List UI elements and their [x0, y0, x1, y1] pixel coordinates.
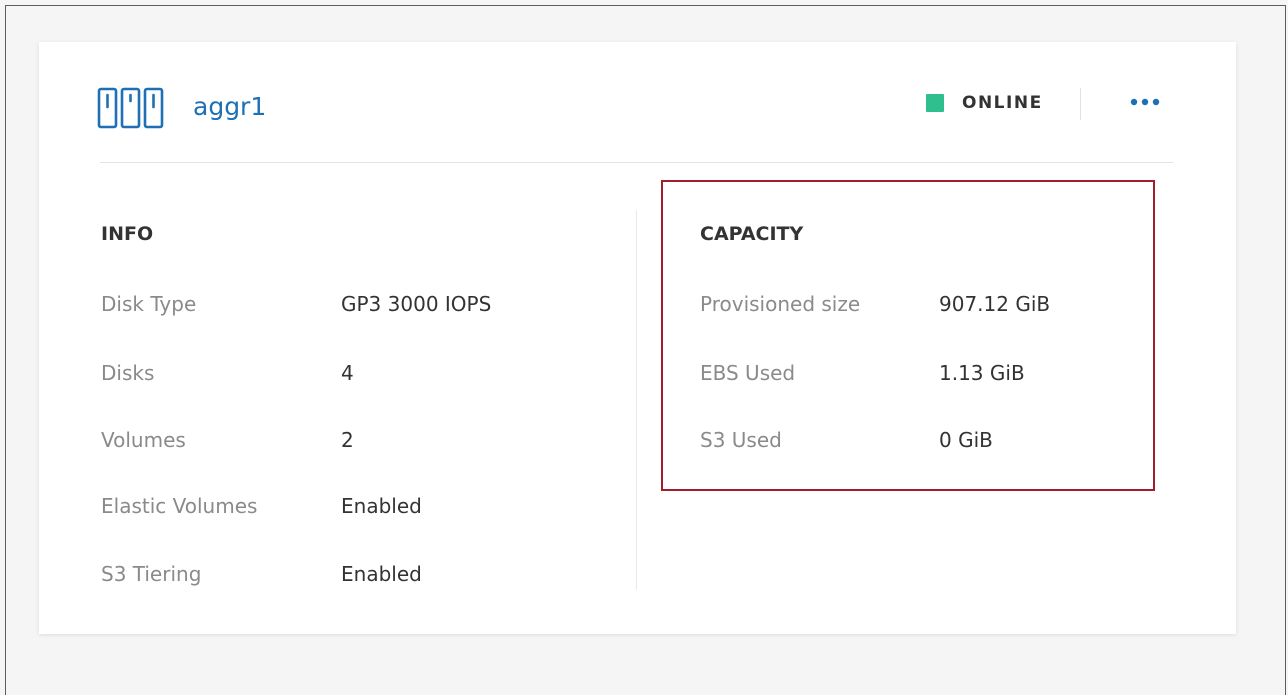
info-label-disks: Disks: [101, 361, 155, 385]
header-separator: [100, 162, 1173, 163]
info-value-elastic-volumes: Enabled: [341, 494, 422, 518]
column-divider: [636, 210, 637, 590]
info-label-elastic-volumes: Elastic Volumes: [101, 494, 258, 518]
aggregate-card: aggr1 ONLINE INFO Disk Type GP3 3000 IOP…: [39, 42, 1236, 634]
capacity-label-provisioned-size: Provisioned size: [700, 292, 861, 316]
info-label-disk-type: Disk Type: [101, 292, 197, 316]
info-label-volumes: Volumes: [101, 428, 186, 452]
more-actions-button[interactable]: [1125, 88, 1165, 116]
header-divider: [1080, 88, 1081, 120]
info-value-disk-type: GP3 3000 IOPS: [341, 292, 492, 316]
capacity-value-s3-used: 0 GiB: [939, 428, 993, 452]
capacity-label-s3-used: S3 Used: [700, 428, 782, 452]
capacity-value-ebs-used: 1.13 GiB: [939, 361, 1025, 385]
capacity-label-ebs-used: EBS Used: [700, 361, 796, 385]
aggregate-icon: [97, 87, 165, 129]
status-online-icon: [926, 94, 944, 112]
status-label: ONLINE: [962, 93, 1043, 113]
status-badge: ONLINE: [926, 91, 1043, 115]
info-section-title: INFO: [101, 223, 154, 245]
more-horizontal-icon: [1130, 98, 1160, 106]
aggregate-name-link[interactable]: aggr1: [193, 88, 266, 126]
info-value-s3-tiering: Enabled: [341, 562, 422, 586]
card-header: aggr1 ONLINE: [39, 42, 1236, 162]
capacity-section-title: CAPACITY: [700, 223, 804, 245]
capacity-value-provisioned-size: 907.12 GiB: [939, 292, 1051, 316]
info-value-disks: 4: [341, 361, 354, 385]
info-label-s3-tiering: S3 Tiering: [101, 562, 202, 586]
info-value-volumes: 2: [341, 428, 354, 452]
